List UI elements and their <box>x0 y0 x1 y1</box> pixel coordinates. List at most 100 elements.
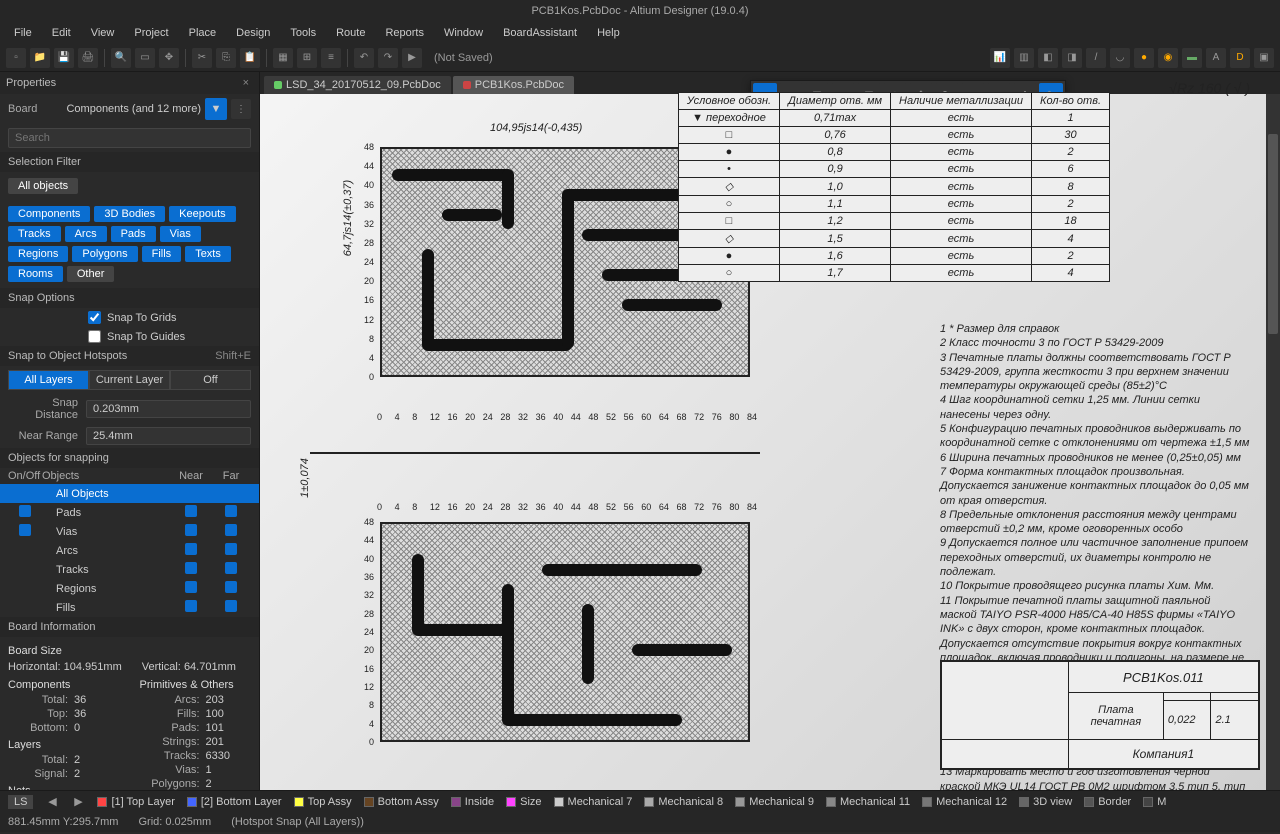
tb-move-icon[interactable]: ✥ <box>159 48 179 68</box>
doc-tab-2[interactable]: PCB1Kos.PcbDoc <box>453 76 574 94</box>
menu-window[interactable]: Window <box>436 25 491 41</box>
seg-all-layers[interactable]: All Layers <box>8 370 89 390</box>
tb-dim-icon[interactable]: D <box>1230 48 1250 68</box>
chip-all-objects[interactable]: All objects <box>8 178 78 194</box>
snap-row-arcs[interactable]: Arcs <box>0 541 259 560</box>
tb-x2-icon[interactable]: ▥ <box>1014 48 1034 68</box>
snap-row-tracks[interactable]: Tracks <box>0 560 259 579</box>
tb-new-icon[interactable]: ▫ <box>6 48 26 68</box>
tb-pad-icon[interactable]: ● <box>1134 48 1154 68</box>
chip-other[interactable]: Other <box>67 266 115 282</box>
chip-pads[interactable]: Pads <box>111 226 156 242</box>
chip-polygons[interactable]: Polygons <box>72 246 137 262</box>
snap-row-vias[interactable]: Vias <box>0 522 259 541</box>
tb-redo-icon[interactable]: ↷ <box>378 48 398 68</box>
menu-place[interactable]: Place <box>181 25 225 41</box>
snap-row-fills[interactable]: Fills <box>0 598 259 617</box>
menu-file[interactable]: File <box>6 25 40 41</box>
seg-current-layer[interactable]: Current Layer <box>89 370 170 390</box>
chip-tracks[interactable]: Tracks <box>8 226 61 242</box>
tb-line-icon[interactable]: / <box>1086 48 1106 68</box>
snap-row-regions[interactable]: Regions <box>0 579 259 598</box>
vertical-scrollbar[interactable] <box>1266 94 1280 790</box>
layer-size[interactable]: Size <box>506 796 541 808</box>
tb-grid-icon[interactable]: ▦ <box>273 48 293 68</box>
menu-design[interactable]: Design <box>228 25 278 41</box>
chip-vias[interactable]: Vias <box>160 226 201 242</box>
tb-select-icon[interactable]: ▭ <box>135 48 155 68</box>
section-snap-options[interactable]: Snap Options <box>0 288 259 308</box>
section-board-info[interactable]: Board Information <box>0 617 259 637</box>
tb-align-icon[interactable]: ≡ <box>321 48 341 68</box>
search-input[interactable] <box>8 128 251 148</box>
tb-x1-icon[interactable]: 📊 <box>990 48 1010 68</box>
tb-print-icon[interactable]: 🖨 <box>78 48 98 68</box>
layer-m[interactable]: M <box>1143 796 1166 808</box>
tb-open-icon[interactable]: 📁 <box>30 48 50 68</box>
doc-tab-1[interactable]: LSD_34_20170512_09.PcbDoc <box>264 76 451 94</box>
snap-row-all-objects[interactable]: All Objects <box>0 484 259 503</box>
layer-top-assy[interactable]: Top Assy <box>294 796 352 808</box>
chip-components[interactable]: Components <box>8 206 90 222</box>
panel-title: Properties <box>6 77 56 89</box>
layer-ls[interactable]: LS <box>8 795 33 809</box>
tb-poly-icon[interactable]: ▬ <box>1182 48 1202 68</box>
layer-bottom-assy[interactable]: Bottom Assy <box>364 796 439 808</box>
layer--2--bottom-layer[interactable]: [2] Bottom Layer <box>187 796 282 808</box>
tb-comp-icon[interactable]: ▣ <box>1254 48 1274 68</box>
panel-close-icon[interactable]: × <box>239 77 253 89</box>
tb-x4-icon[interactable]: ◨ <box>1062 48 1082 68</box>
menu-view[interactable]: View <box>83 25 123 41</box>
menu-tools[interactable]: Tools <box>282 25 324 41</box>
snap-row-pads[interactable]: Pads <box>0 503 259 522</box>
layer-next-icon[interactable]: ▶ <box>71 795 85 809</box>
tb-paste-icon[interactable]: 📋 <box>240 48 260 68</box>
chip-rooms[interactable]: Rooms <box>8 266 63 282</box>
input-near-range[interactable]: 25.4mm <box>86 427 251 445</box>
menu-boardassistant[interactable]: BoardAssistant <box>495 25 585 41</box>
tb-x3-icon[interactable]: ◧ <box>1038 48 1058 68</box>
menu-reports[interactable]: Reports <box>377 25 432 41</box>
tb-zoom-icon[interactable]: 🔍 <box>111 48 131 68</box>
chip-keepouts[interactable]: Keepouts <box>169 206 235 222</box>
filter-funnel-icon[interactable]: ▼ <box>205 98 227 120</box>
menu-route[interactable]: Route <box>328 25 373 41</box>
tb-save-icon[interactable]: 💾 <box>54 48 74 68</box>
section-selection-filter[interactable]: Selection Filter <box>0 152 259 172</box>
cb-snap-grids[interactable] <box>88 311 101 324</box>
input-snap-distance[interactable]: 0.203mm <box>86 400 251 418</box>
chip-arcs[interactable]: Arcs <box>65 226 107 242</box>
menu-help[interactable]: Help <box>589 25 628 41</box>
chip-fills[interactable]: Fills <box>142 246 182 262</box>
scrollbar-thumb[interactable] <box>1268 134 1278 334</box>
tb-via-icon[interactable]: ◉ <box>1158 48 1178 68</box>
tb-run-icon[interactable]: ▶ <box>402 48 422 68</box>
layer--1--top-layer[interactable]: [1] Top Layer <box>97 796 174 808</box>
tb-copy-icon[interactable]: ⎘ <box>216 48 236 68</box>
tb-cut-icon[interactable]: ✂ <box>192 48 212 68</box>
layer-3d-view[interactable]: 3D view <box>1019 796 1072 808</box>
section-snap-hotspots[interactable]: Snap to Object Hotspots Shift+E <box>0 346 259 366</box>
layer-mechanical-11[interactable]: Mechanical 11 <box>826 796 910 808</box>
tb-undo-icon[interactable]: ↶ <box>354 48 374 68</box>
tb-text-icon[interactable]: A <box>1206 48 1226 68</box>
filter-menu-icon[interactable]: ⋮ <box>231 99 251 119</box>
menu-project[interactable]: Project <box>126 25 176 41</box>
layer-border[interactable]: Border <box>1084 796 1131 808</box>
layer-inside[interactable]: Inside <box>451 796 494 808</box>
pcb-workspace[interactable]: LSD_34_20170512_09.PcbDoc PCB1Kos.PcbDoc… <box>260 72 1280 790</box>
layer-mechanical-7[interactable]: Mechanical 7 <box>554 796 633 808</box>
layer-prev-icon[interactable]: ◀ <box>45 795 59 809</box>
chip-regions[interactable]: Regions <box>8 246 68 262</box>
layer-mechanical-12[interactable]: Mechanical 12 <box>922 796 1007 808</box>
section-objects-snapping[interactable]: Objects for snapping <box>0 448 259 468</box>
layer-mechanical-9[interactable]: Mechanical 9 <box>735 796 814 808</box>
cb-snap-guides[interactable] <box>88 330 101 343</box>
chip-3d-bodies[interactable]: 3D Bodies <box>94 206 165 222</box>
layer-mechanical-8[interactable]: Mechanical 8 <box>644 796 723 808</box>
menu-edit[interactable]: Edit <box>44 25 79 41</box>
tb-snap-icon[interactable]: ⊞ <box>297 48 317 68</box>
chip-texts[interactable]: Texts <box>185 246 231 262</box>
tb-arc-icon[interactable]: ◡ <box>1110 48 1130 68</box>
seg-off[interactable]: Off <box>170 370 251 390</box>
